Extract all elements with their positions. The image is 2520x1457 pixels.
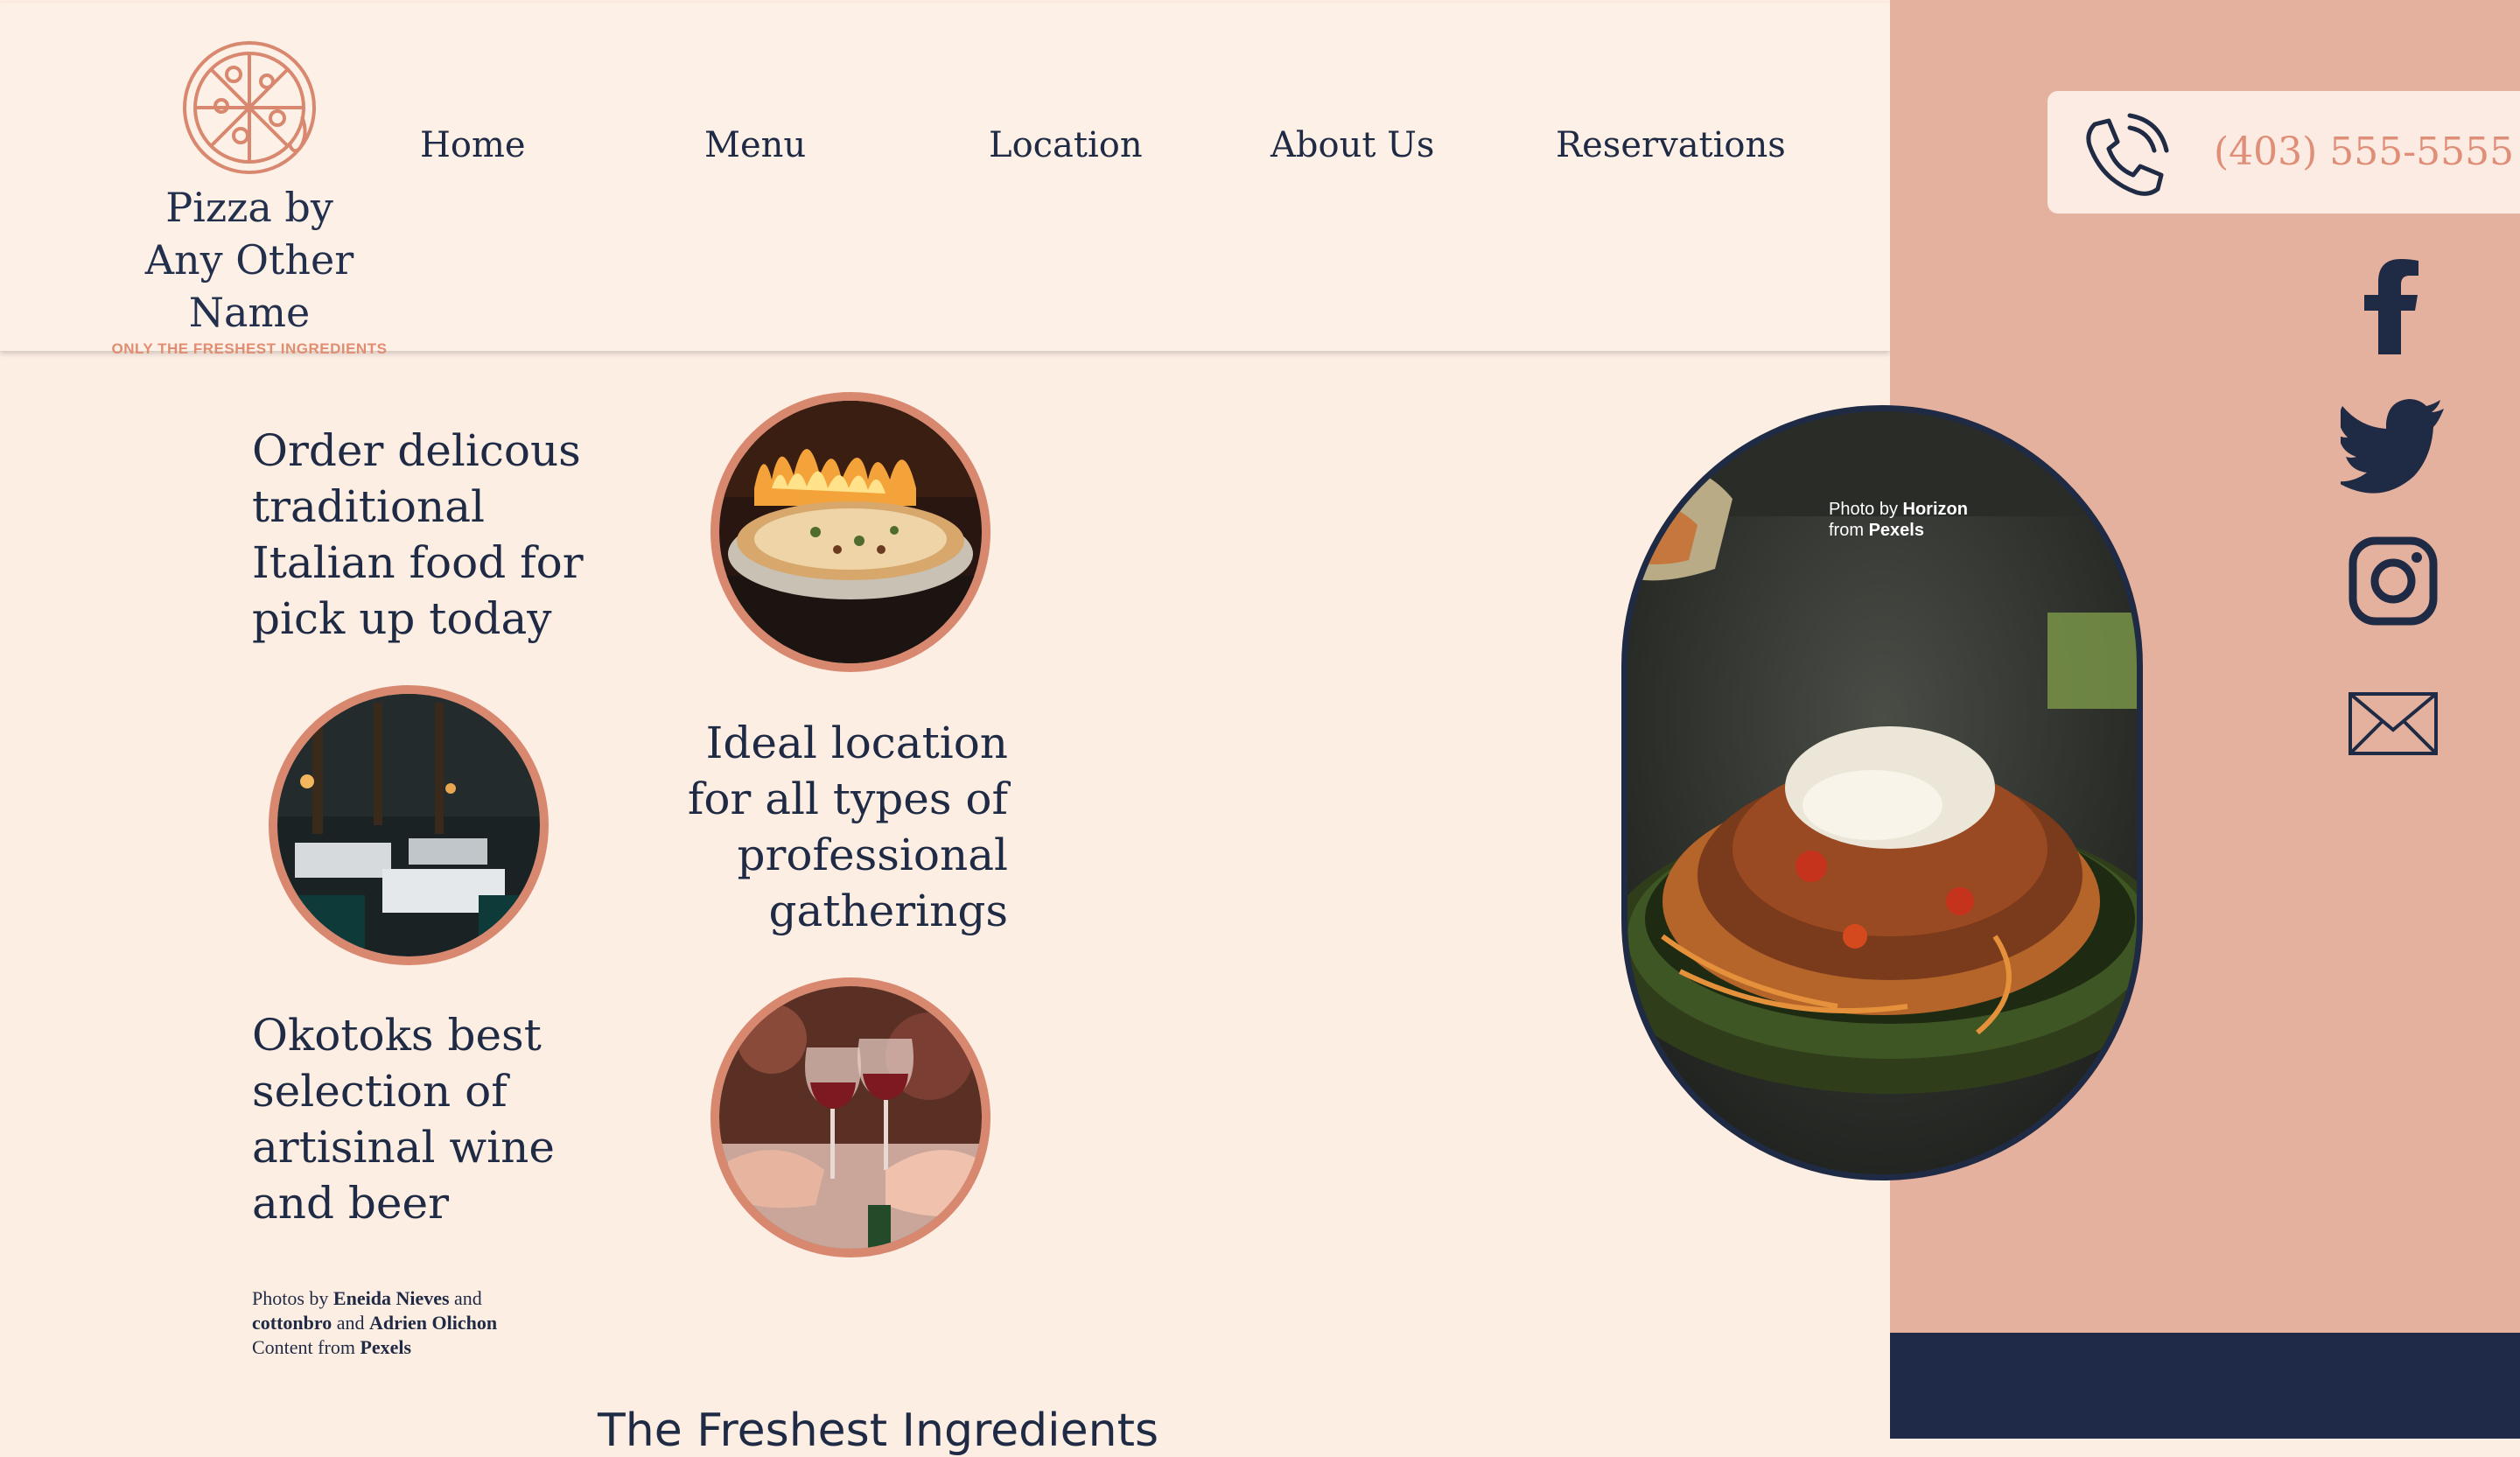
hero-credit-from: from	[1829, 521, 1869, 540]
brand-logo[interactable]: Pizza by Any Other Name ONLY THE FRESHES…	[83, 38, 416, 358]
phone-number[interactable]: (403) 555-5555	[2214, 130, 2514, 174]
restaurant-photo	[269, 685, 549, 965]
nav-location[interactable]: Location	[989, 125, 1143, 165]
pizza-photo	[710, 392, 990, 672]
credit-source-pexels[interactable]: Pexels	[360, 1336, 411, 1358]
credits-and: and	[332, 1312, 370, 1334]
hero-credit-source[interactable]: Pexels	[1869, 521, 1924, 540]
wine-photo	[710, 977, 990, 1257]
credit-name-cottonbro[interactable]: cottonbro	[252, 1312, 332, 1334]
email-icon	[2348, 692, 2438, 755]
nav-home[interactable]: Home	[420, 125, 526, 165]
main-nav: Home Menu Location About Us Reservations	[0, 125, 1890, 178]
phone-icon	[2086, 113, 2169, 196]
hero-credit-prefix: Photo by	[1829, 500, 1903, 519]
credits-prefix: Photos by	[252, 1287, 333, 1309]
facebook-icon	[2364, 259, 2418, 354]
brand-tagline: ONLY THE FRESHEST INGREDIENTS	[111, 340, 388, 357]
instagram-link[interactable]	[2341, 536, 2446, 641]
credit-name-eneida[interactable]: Eneida Nieves	[333, 1287, 450, 1309]
credits-content-prefix: Content from	[252, 1336, 360, 1358]
wine-blurb: Okotoks best selection of artisinal wine…	[252, 1010, 555, 1229]
photo-credits: Photos by Eneida Nieves and cottonbro an…	[252, 1286, 497, 1360]
email-link[interactable]	[2341, 691, 2446, 796]
hero-pasta-photo: Photo by Horizon from Pexels	[1621, 405, 2143, 1180]
instagram-icon	[2348, 536, 2438, 626]
credit-name-adrien[interactable]: Adrien Olichon	[369, 1312, 497, 1334]
facebook-link[interactable]	[2341, 258, 2446, 363]
nav-menu[interactable]: Menu	[704, 125, 806, 165]
nav-reservations[interactable]: Reservations	[1556, 125, 1786, 165]
site-header: Pizza by Any Other Name ONLY THE FRESHES…	[0, 3, 1890, 357]
nav-about-us[interactable]: About Us	[1270, 125, 1434, 165]
credits-and: and	[449, 1287, 482, 1309]
twitter-link[interactable]	[2341, 398, 2446, 503]
brand-name-line2: Any Other Name	[144, 236, 354, 336]
phone-contact[interactable]: (403) 555-5555	[2048, 91, 2520, 214]
hero-credit-photographer[interactable]: Horizon	[1903, 500, 1968, 519]
order-blurb: Order delicous traditional Italian food …	[252, 425, 584, 644]
brand-name-line1: Pizza by	[165, 184, 333, 231]
twitter-icon	[2341, 399, 2444, 494]
hero-photo-credit: Photo by Horizon from Pexels	[1829, 499, 1968, 541]
location-blurb: Ideal location for all types of professi…	[687, 718, 1008, 936]
footer-bar	[1890, 1333, 2520, 1439]
section-heading: The Freshest Ingredients	[598, 1404, 1159, 1457]
